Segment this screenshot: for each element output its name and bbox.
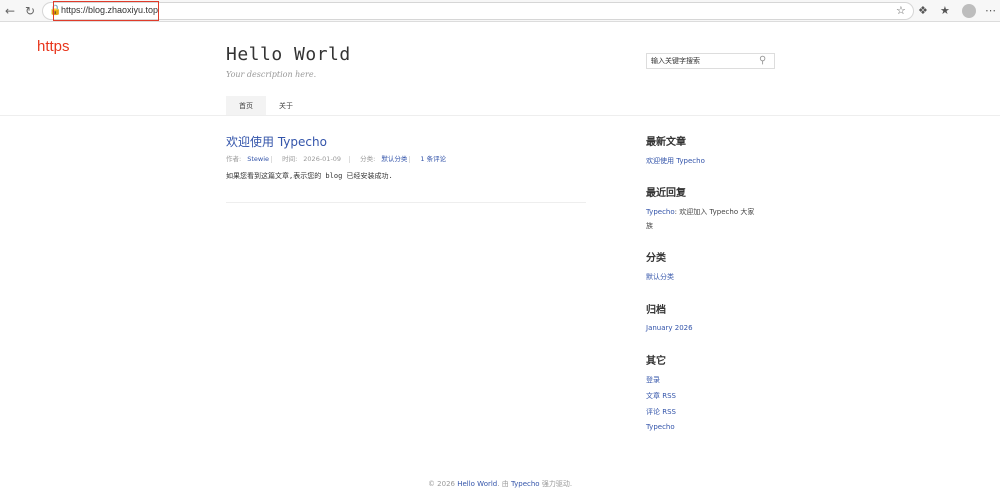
footer-powered: 强力驱动. [541, 480, 573, 488]
category-item[interactable]: 默认分类 [646, 272, 674, 282]
footer: © 2026 Hello World. 由 Typecho 强力驱动. [0, 479, 1000, 489]
back-icon[interactable]: ← [2, 3, 18, 19]
posts-rss-link[interactable]: 文章 RSS [646, 391, 676, 401]
time-label: 时间: [282, 155, 298, 163]
profile-avatar[interactable] [962, 4, 976, 18]
post-body: 如果您看到这篇文章,表示您的 blog 已经安装成功. [226, 172, 393, 180]
recent-comment: Typecho: 欢迎加入 Typecho 大家 [646, 207, 754, 217]
footer-site-link[interactable]: Hello World [457, 480, 497, 488]
author-label: 作者: [226, 155, 242, 163]
comments-rss-link[interactable]: 评论 RSS [646, 407, 676, 417]
search-input[interactable] [647, 54, 755, 68]
category-label: 分类: [360, 155, 376, 163]
post-divider [226, 202, 586, 203]
archives-heading: 归档 [646, 305, 666, 316]
reload-icon[interactable]: ↻ [22, 3, 38, 19]
meta-divider [349, 155, 351, 163]
comments-link[interactable]: 1 条评论 [420, 155, 446, 163]
meta-divider [271, 155, 272, 163]
nav-about[interactable]: 关于 [266, 96, 306, 116]
archive-item[interactable]: January 2026 [646, 324, 693, 332]
extensions-icon[interactable]: ❖ [918, 4, 928, 18]
address-bar[interactable]: 🔒 [42, 2, 914, 20]
comment-author-link[interactable]: Typecho [646, 208, 675, 216]
post-meta: 作者: Stewie 时间: 2026-01-09 分类: 默认分类 1 条评论 [226, 153, 446, 163]
more-menu-icon[interactable]: ⋯ [985, 4, 996, 18]
header-divider [0, 115, 1000, 116]
footer-copyright: © 2026 [427, 480, 455, 488]
site-description: Your description here. [226, 70, 317, 79]
annotation-label: https [37, 38, 70, 55]
recent-posts-heading: 最新文章 [646, 137, 686, 148]
categories-heading: 分类 [646, 253, 666, 264]
login-link[interactable]: 登录 [646, 375, 660, 385]
post-date: 2026-01-09 [303, 155, 342, 163]
author-link[interactable]: Stewie [247, 155, 269, 163]
category-link[interactable]: 默认分类 [381, 155, 407, 163]
footer-by: . 由 [497, 480, 509, 488]
recent-comments-heading: 最近回复 [646, 188, 686, 199]
other-heading: 其它 [646, 356, 666, 367]
url-text[interactable]: https://blog.zhaoxiyu.top [61, 5, 158, 15]
recent-post-link[interactable]: 欢迎使用 Typecho [646, 156, 705, 166]
site-title[interactable]: Hello World [226, 44, 351, 65]
comment-excerpt: : 欢迎加入 Typecho 大家 [674, 208, 755, 216]
nav-home[interactable]: 首页 [226, 96, 266, 116]
favorites-icon[interactable]: ★ [940, 4, 950, 18]
meta-divider [409, 155, 411, 163]
search-box: ⚲ [646, 53, 775, 69]
typecho-link[interactable]: Typecho [646, 423, 675, 431]
footer-engine-link[interactable]: Typecho [511, 480, 540, 488]
search-icon[interactable]: ⚲ [759, 55, 766, 67]
comment-excerpt-cont: 族 [646, 222, 653, 230]
post-title[interactable]: 欢迎使用 Typecho [226, 133, 327, 150]
favorite-star-icon[interactable]: ☆ [896, 4, 906, 18]
